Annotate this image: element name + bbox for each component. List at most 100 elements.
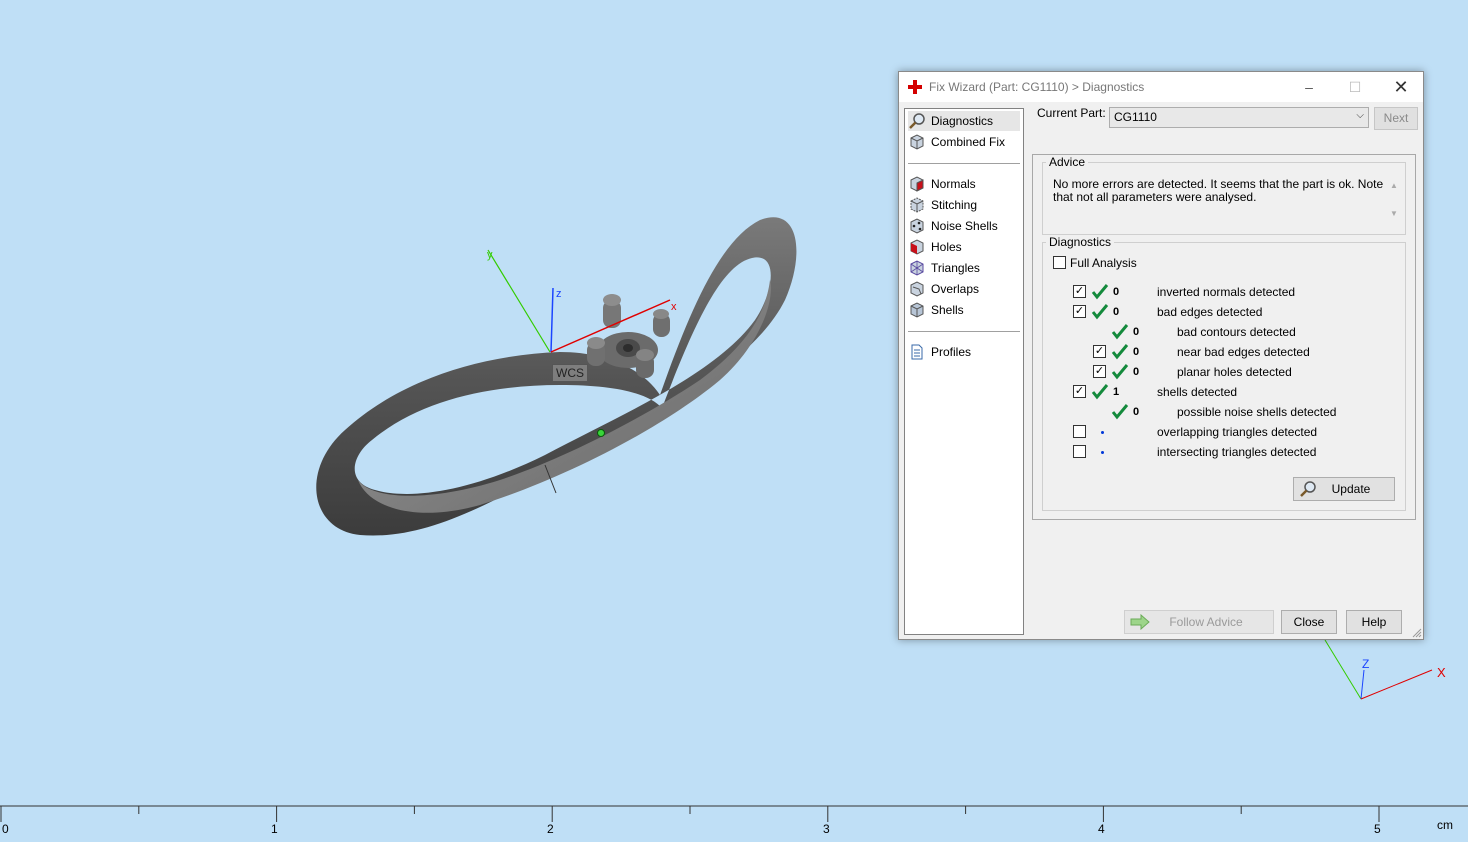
maximize-button[interactable]: ☐ <box>1332 72 1378 102</box>
magnifier-icon <box>909 113 925 129</box>
wizard-nav: Diagnostics Combined Fix Normals Stitchi… <box>904 108 1024 635</box>
nav-item-shells[interactable]: Shells <box>908 300 1020 320</box>
status-dot-icon <box>1101 431 1104 434</box>
nav-label: Overlaps <box>931 282 980 296</box>
nav-item-overlaps[interactable]: Overlaps <box>908 279 1020 299</box>
ruler-label-3: 3 <box>823 822 830 836</box>
nav-label: Triangles <box>931 261 980 275</box>
normals-cube-icon <box>910 176 924 192</box>
nav-label: Normals <box>931 177 976 191</box>
chevron-down-icon: ⌵ <box>1356 110 1364 121</box>
nav-item-noise-shells[interactable]: Noise Shells <box>908 216 1020 236</box>
diagnostic-label: shells detected <box>1157 385 1238 399</box>
wcs-z-label: z <box>556 288 562 300</box>
diagnostic-count: 0 <box>1113 286 1120 298</box>
diagnostic-label: overlapping triangles detected <box>1157 425 1318 439</box>
diagnostic-checkbox[interactable] <box>1073 445 1086 458</box>
diagnostic-checkbox[interactable] <box>1073 425 1086 438</box>
diagnostic-label: possible noise shells detected <box>1177 405 1337 419</box>
document-icon <box>911 344 923 360</box>
diagnostic-checkbox[interactable]: ✓ <box>1073 305 1086 318</box>
green-check-icon <box>1091 304 1109 320</box>
resize-grip-icon[interactable] <box>1412 628 1422 638</box>
dialog-titlebar[interactable]: Fix Wizard (Part: CG1110) > Diagnostics … <box>899 72 1423 102</box>
advice-scrollbar[interactable]: ▲ ▼ <box>1387 179 1401 223</box>
main-panel: Advice No more errors are detected. It s… <box>1032 154 1416 520</box>
nav-label: Combined Fix <box>931 135 1006 149</box>
nav-label: Holes <box>931 240 962 254</box>
full-analysis-label: Full Analysis <box>1070 256 1137 270</box>
update-button[interactable]: Update <box>1293 477 1395 501</box>
nav-item-diagnostics[interactable]: Diagnostics <box>908 111 1020 131</box>
nav-label: Noise Shells <box>931 219 998 233</box>
green-check-icon <box>1091 284 1109 300</box>
fix-wizard-dialog: Fix Wizard (Part: CG1110) > Diagnostics … <box>898 71 1424 640</box>
cube-icon <box>910 134 924 150</box>
diagnostic-label: planar holes detected <box>1177 365 1292 379</box>
noise-shells-icon <box>910 218 924 234</box>
update-label: Update <box>1331 482 1371 496</box>
help-button[interactable]: Help <box>1346 610 1402 634</box>
green-check-icon <box>1091 384 1109 400</box>
next-button[interactable]: Next <box>1374 107 1418 130</box>
minimize-button[interactable]: – <box>1286 72 1332 102</box>
orientation-axes[interactable] <box>1324 639 1433 700</box>
nav-label: Diagnostics <box>931 114 994 128</box>
holes-cube-icon <box>910 239 924 255</box>
diagnostic-count: 0 <box>1133 366 1140 378</box>
green-check-icon <box>1111 364 1129 380</box>
diagnostic-label: near bad edges detected <box>1177 345 1310 359</box>
wcs-x-label: x <box>671 301 677 313</box>
nav-item-triangles[interactable]: Triangles <box>908 258 1020 278</box>
pivot-point[interactable] <box>597 429 605 437</box>
advice-legend: Advice <box>1049 155 1086 169</box>
magnifier-icon <box>1300 481 1316 497</box>
diagnostic-label: bad edges detected <box>1157 305 1263 319</box>
nav-item-holes[interactable]: Holes <box>908 237 1020 257</box>
nav-label: Stitching <box>931 198 978 212</box>
wcs-y-label: y <box>487 249 493 261</box>
diagnostic-checkbox[interactable]: ✓ <box>1073 385 1086 398</box>
diagnostic-checkbox[interactable]: ✓ <box>1073 285 1086 298</box>
diagnostic-label: intersecting triangles detected <box>1157 445 1317 459</box>
nav-label: Shells <box>931 303 964 317</box>
current-part-value: CG1110 <box>1114 110 1157 124</box>
diagnostic-count: 0 <box>1133 346 1140 358</box>
red-cross-icon <box>908 80 922 94</box>
diagnostic-label: bad contours detected <box>1177 325 1296 339</box>
status-dot-icon <box>1101 451 1104 454</box>
ruler-unit: cm <box>1437 818 1453 832</box>
follow-advice-button[interactable]: Follow Advice <box>1124 610 1274 634</box>
green-check-icon <box>1111 324 1129 340</box>
close-window-button[interactable]: ✕ <box>1378 72 1424 102</box>
nav-item-normals[interactable]: Normals <box>908 174 1020 194</box>
ruler-label-2: 2 <box>547 822 554 836</box>
stitching-cube-icon <box>910 197 924 213</box>
corner-x-label: X <box>1437 665 1446 680</box>
diagnostic-checkbox[interactable]: ✓ <box>1093 365 1106 378</box>
nav-item-profiles[interactable]: Profiles <box>908 342 1020 362</box>
diagnostic-count: 0 <box>1133 406 1140 418</box>
nav-item-stitching[interactable]: Stitching <box>908 195 1020 215</box>
diagnostic-count: 0 <box>1133 326 1140 338</box>
ruler-label-1: 1 <box>271 822 278 836</box>
dialog-title: Fix Wizard (Part: CG1110) > Diagnostics <box>929 80 1145 94</box>
shells-cube-icon <box>910 302 924 318</box>
nav-separator <box>908 163 1020 164</box>
ruler-label-4: 4 <box>1098 822 1105 836</box>
wcs-label: WCS <box>552 364 588 382</box>
nav-item-combined-fix[interactable]: Combined Fix <box>908 132 1020 152</box>
diagnostic-checkbox[interactable]: ✓ <box>1093 345 1106 358</box>
overlaps-cube-icon <box>910 281 924 297</box>
full-analysis-checkbox[interactable] <box>1053 256 1066 269</box>
nav-label: Profiles <box>931 345 972 359</box>
close-button[interactable]: Close <box>1281 610 1337 634</box>
follow-advice-label: Follow Advice <box>1169 615 1243 629</box>
current-part-select[interactable]: CG1110 ⌵ <box>1109 107 1369 128</box>
ruler-label-5: 5 <box>1374 822 1381 836</box>
ruler <box>0 805 1468 822</box>
diagnostic-label: inverted normals detected <box>1157 285 1296 299</box>
diagnostic-count: 1 <box>1113 386 1120 398</box>
triangles-cube-icon <box>910 260 924 276</box>
advice-text: No more errors are detected. It seems th… <box>1053 177 1384 204</box>
